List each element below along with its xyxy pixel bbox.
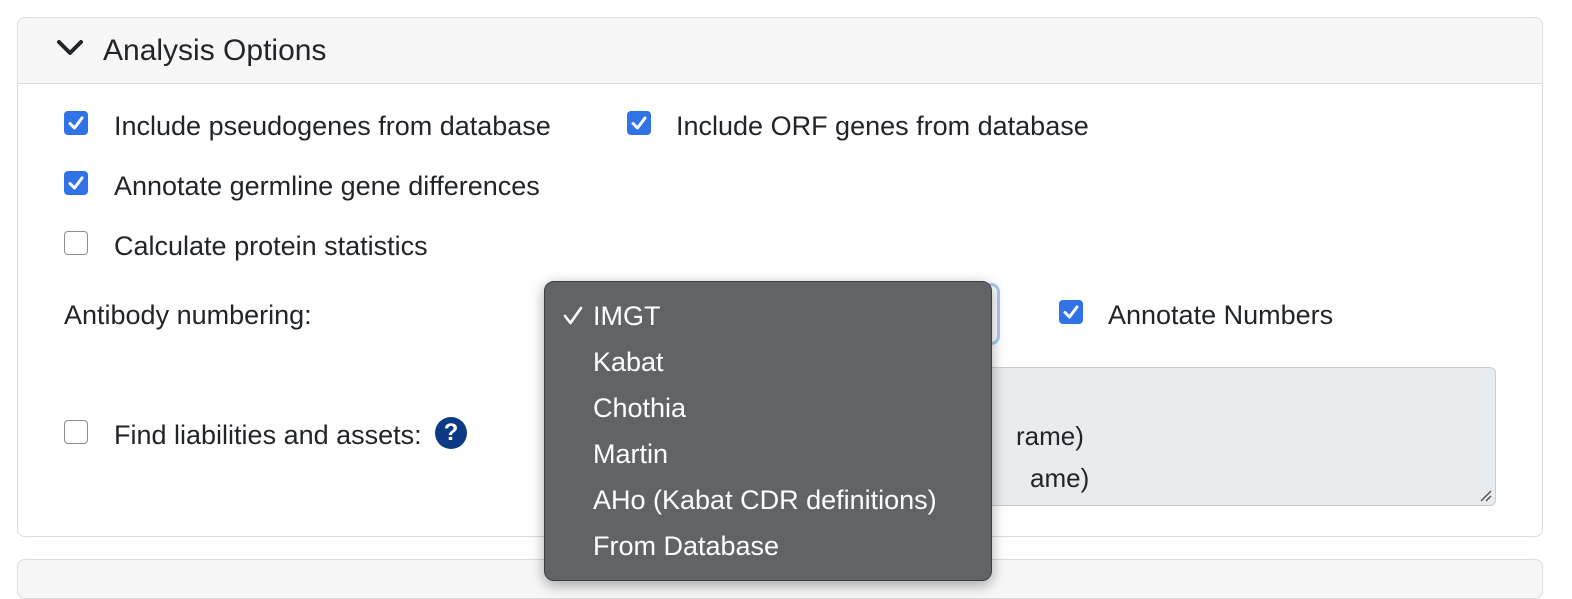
annotate-numbers-checkbox[interactable] — [1059, 300, 1083, 324]
option-kabat[interactable]: Kabat — [593, 345, 664, 379]
checkmark-icon — [631, 116, 647, 130]
orf-genes-label: Include ORF genes from database — [676, 111, 1089, 141]
option-chothia[interactable]: Chothia — [593, 391, 686, 425]
numbering-dropdown-list: IMGT Kabat Chothia Martin AHo (Kabat CDR… — [544, 281, 992, 581]
germline-diff-label: Annotate germline gene differences — [114, 171, 540, 201]
protein-stats-label: Calculate protein statistics — [114, 231, 428, 261]
option-imgt[interactable]: IMGT — [593, 299, 661, 333]
textarea-line-1: rame) — [1016, 421, 1084, 451]
annotate-numbers-label: Annotate Numbers — [1108, 300, 1334, 330]
pseudogenes-label: Include pseudogenes from database — [114, 111, 551, 141]
help-icon[interactable]: ? — [435, 417, 467, 449]
checkmark-icon — [68, 176, 84, 190]
option-from-database[interactable]: From Database — [593, 529, 779, 563]
checkmark-icon — [563, 306, 583, 325]
checkmark-icon — [1063, 305, 1079, 319]
panel-title: Analysis Options — [103, 34, 327, 67]
pseudogenes-checkbox[interactable] — [64, 111, 88, 135]
numbering-label: Antibody numbering: — [64, 300, 312, 330]
liabilities-checkbox[interactable] — [64, 420, 88, 444]
protein-stats-checkbox[interactable] — [64, 231, 88, 255]
liabilities-label: Find liabilities and assets: — [114, 420, 422, 450]
resize-grip-icon[interactable] — [1478, 488, 1492, 502]
germline-diff-checkbox[interactable] — [64, 171, 88, 195]
textarea-line-2: ame) — [1030, 463, 1090, 493]
panel-header[interactable]: Analysis Options — [18, 18, 1542, 84]
option-martin[interactable]: Martin — [593, 437, 668, 471]
chevron-down-icon[interactable] — [56, 38, 84, 58]
checkmark-icon — [68, 116, 84, 130]
liabilities-textarea[interactable]: rame) ame) — [975, 367, 1496, 506]
option-aho[interactable]: AHo (Kabat CDR definitions) — [593, 483, 937, 517]
orf-genes-checkbox[interactable] — [627, 111, 651, 135]
